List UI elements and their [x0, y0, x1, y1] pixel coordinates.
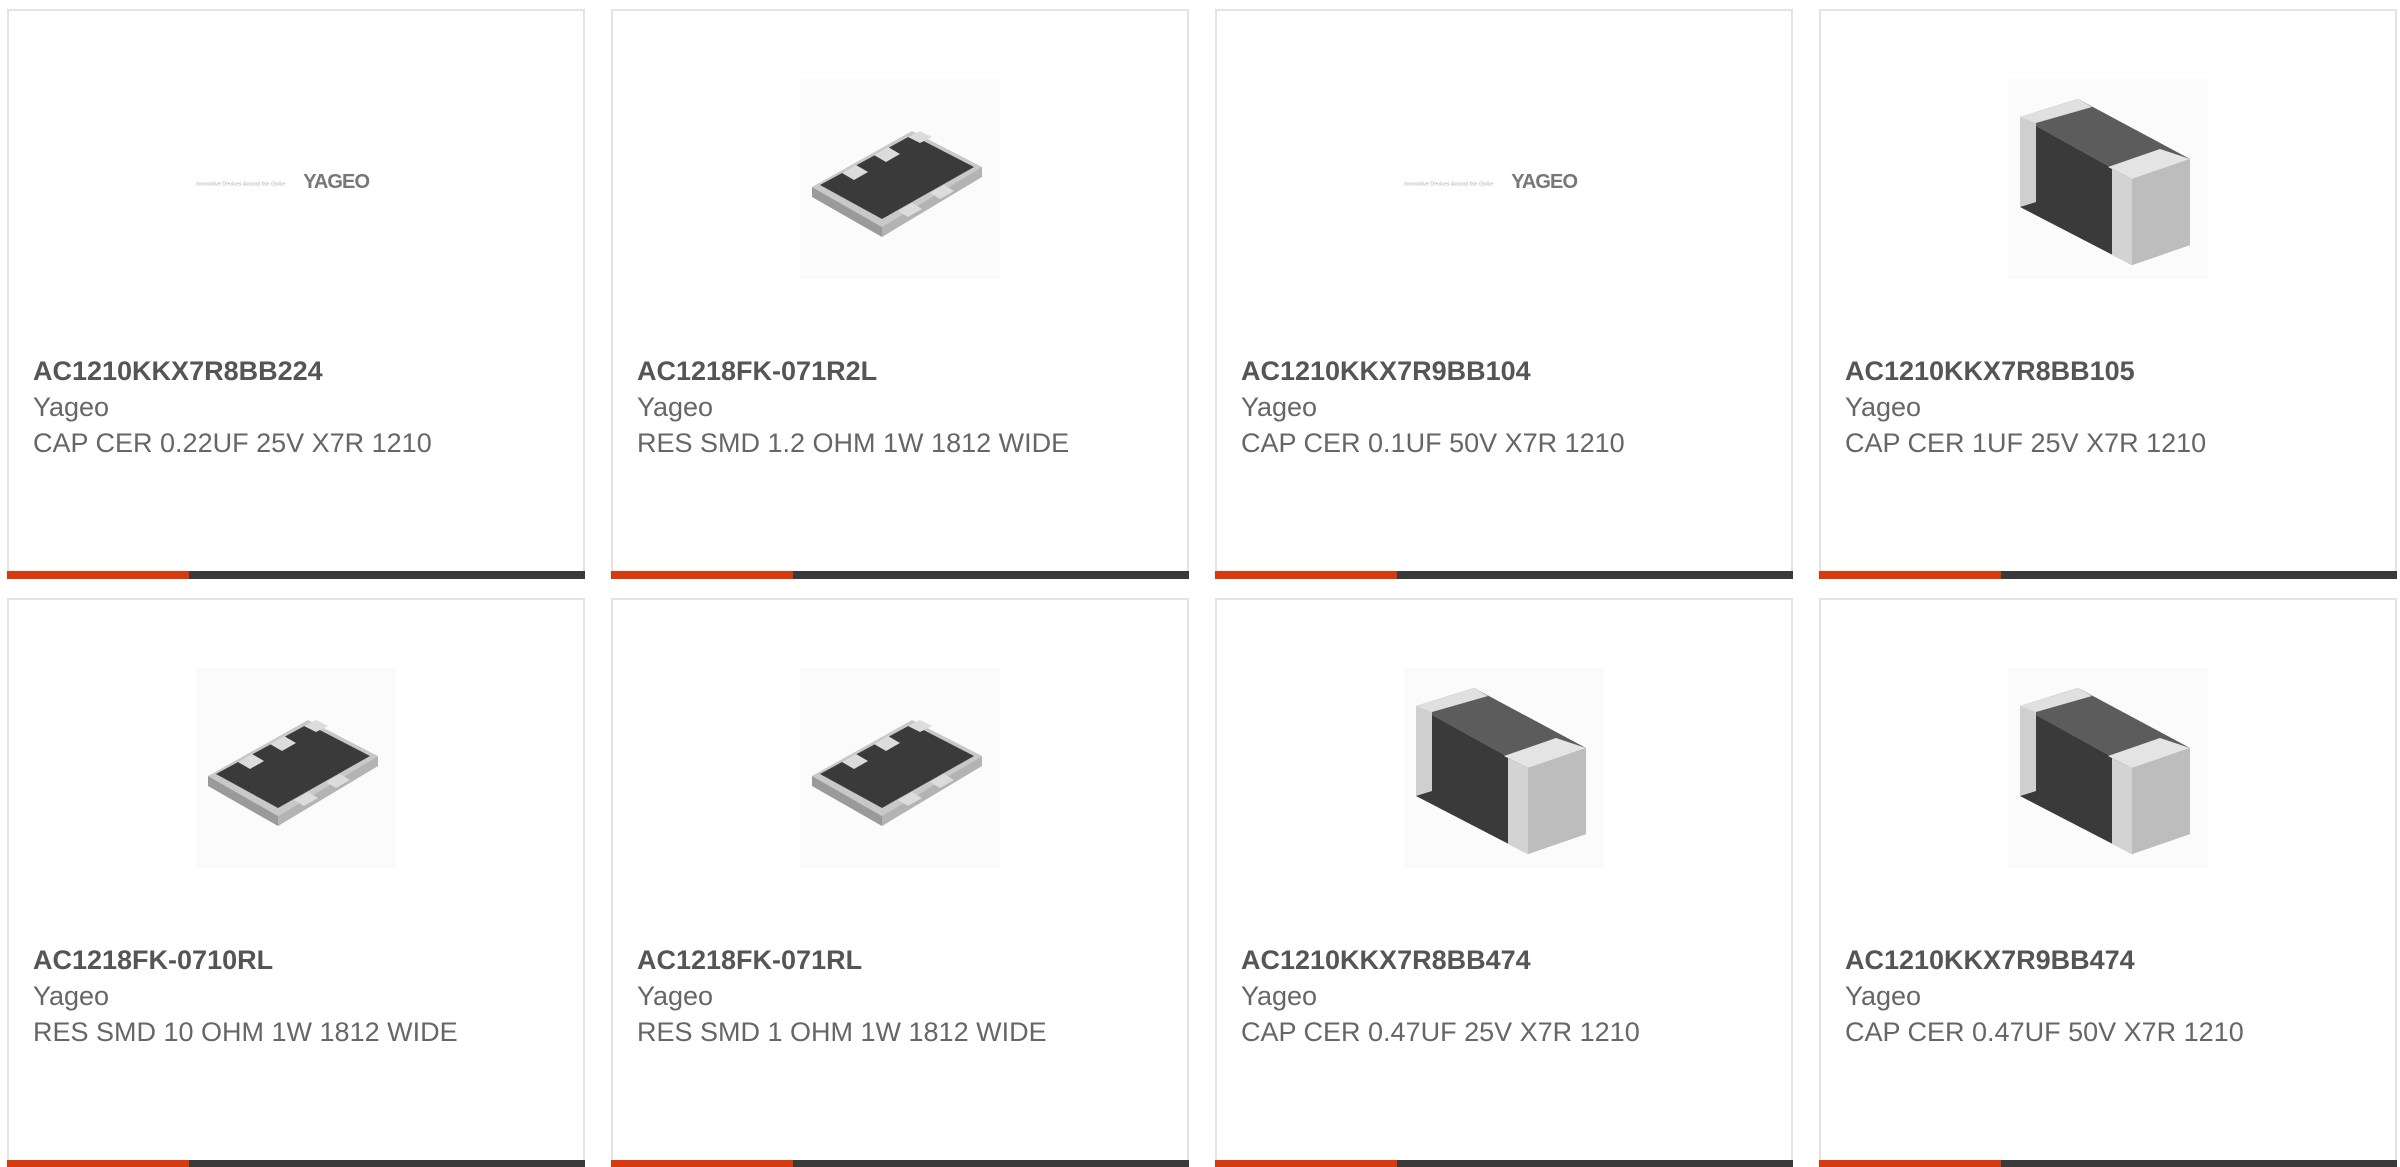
part-number[interactable]: AC1210KKX7R9BB104	[1241, 353, 1767, 389]
description: RES SMD 1 OHM 1W 1812 WIDE	[637, 1017, 1047, 1047]
part-number[interactable]: AC1218FK-071RL	[637, 942, 1163, 978]
accent-bar	[1819, 571, 2001, 579]
manufacturer: Yageo	[1241, 981, 1318, 1011]
accent-bar	[611, 1160, 793, 1167]
description: CAP CER 0.1UF 50V X7R 1210	[1241, 428, 1625, 458]
part-number[interactable]: AC1210KKX7R8BB224	[33, 353, 559, 389]
part-number[interactable]: AC1210KKX7R8BB105	[1845, 353, 2371, 389]
description: CAP CER 0.47UF 25V X7R 1210	[1241, 1017, 1640, 1047]
svg-text:Innovative Devices Around the: Innovative Devices Around the Globe	[196, 181, 285, 187]
capacitor-chip-image	[2008, 668, 2208, 868]
manufacturer: Yageo	[637, 392, 714, 422]
manufacturer: Yageo	[1845, 981, 1922, 1011]
card-footer-bar	[1215, 571, 1793, 579]
part-number[interactable]: AC1218FK-071R2L	[637, 353, 1163, 389]
part-number[interactable]: AC1218FK-0710RL	[33, 942, 559, 978]
product-card[interactable]: AC1210KKX7R8BB105 Yageo CAP CER 1UF 25V …	[1819, 9, 2397, 579]
svg-text:YAGEO: YAGEO	[303, 171, 369, 193]
yageo-logo-image: Innovative Devices Around the Globe YAGE…	[1404, 79, 1604, 279]
product-card[interactable]: AC1210KKX7R9BB474 Yageo CAP CER 0.47UF 5…	[1819, 598, 2397, 1167]
resistor-array-chip-image	[196, 668, 396, 868]
part-number[interactable]: AC1210KKX7R9BB474	[1845, 942, 2371, 978]
card-footer-bar	[7, 1160, 585, 1167]
description: CAP CER 0.47UF 50V X7R 1210	[1845, 1017, 2244, 1047]
accent-bar	[611, 571, 793, 579]
product-card[interactable]: AC1218FK-071R2L Yageo RES SMD 1.2 OHM 1W…	[611, 9, 1189, 579]
product-card[interactable]: Innovative Devices Around the Globe YAGE…	[1215, 9, 1793, 579]
manufacturer: Yageo	[33, 981, 110, 1011]
card-footer-bar	[611, 571, 1189, 579]
capacitor-chip-image	[1404, 668, 1604, 868]
product-card[interactable]: AC1218FK-0710RL Yageo RES SMD 10 OHM 1W …	[7, 598, 585, 1167]
accent-bar	[1215, 571, 1397, 579]
card-footer-bar	[1819, 1160, 2397, 1167]
accent-bar	[7, 571, 189, 579]
description: RES SMD 10 OHM 1W 1812 WIDE	[33, 1017, 458, 1047]
manufacturer: Yageo	[637, 981, 714, 1011]
yageo-logo-image: Innovative Devices Around the Globe YAGE…	[196, 79, 396, 279]
manufacturer: Yageo	[33, 392, 110, 422]
description: CAP CER 0.22UF 25V X7R 1210	[33, 428, 432, 458]
product-card[interactable]: Innovative Devices Around the Globe YAGE…	[7, 9, 585, 579]
card-footer-bar	[611, 1160, 1189, 1167]
accent-bar	[1215, 1160, 1397, 1167]
card-footer-bar	[1215, 1160, 1793, 1167]
svg-text:Innovative Devices Around the: Innovative Devices Around the Globe	[1404, 181, 1493, 187]
capacitor-chip-image	[2008, 79, 2208, 279]
accent-bar	[7, 1160, 189, 1167]
resistor-array-chip-image	[800, 668, 1000, 868]
description: RES SMD 1.2 OHM 1W 1812 WIDE	[637, 428, 1070, 458]
card-footer-bar	[7, 571, 585, 579]
manufacturer: Yageo	[1845, 392, 1922, 422]
svg-text:YAGEO: YAGEO	[1511, 171, 1577, 193]
manufacturer: Yageo	[1241, 392, 1318, 422]
product-grid: Innovative Devices Around the Globe YAGE…	[0, 0, 2400, 1167]
resistor-array-chip-image	[800, 79, 1000, 279]
description: CAP CER 1UF 25V X7R 1210	[1845, 428, 2207, 458]
product-card[interactable]: AC1218FK-071RL Yageo RES SMD 1 OHM 1W 18…	[611, 598, 1189, 1167]
product-card[interactable]: AC1210KKX7R8BB474 Yageo CAP CER 0.47UF 2…	[1215, 598, 1793, 1167]
accent-bar	[1819, 1160, 2001, 1167]
card-footer-bar	[1819, 571, 2397, 579]
part-number[interactable]: AC1210KKX7R8BB474	[1241, 942, 1767, 978]
